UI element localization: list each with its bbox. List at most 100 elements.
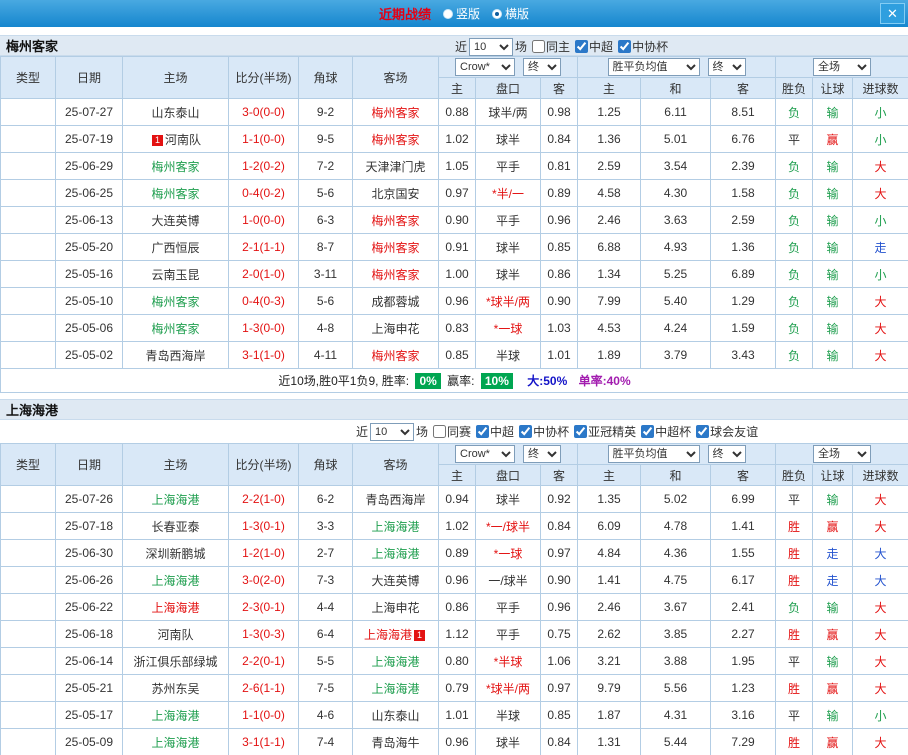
team-link[interactable]: 上海海港 (371, 547, 419, 561)
team-link[interactable]: 梅州客家 (371, 241, 419, 255)
team-link[interactable]: 云南玉昆 (151, 268, 199, 282)
avg-type-select[interactable]: 胜平负均值 (607, 58, 700, 76)
team-link[interactable]: 上海海港 (151, 493, 199, 507)
layout-radio-竖版[interactable]: 竖版 (442, 5, 480, 22)
team-link[interactable]: 梅州客家 (151, 322, 199, 336)
odds-final-select[interactable]: 终 (523, 58, 561, 76)
checkbox-input[interactable] (574, 425, 588, 438)
col-corner: 角球 (298, 56, 353, 99)
home-team-cell: 上海海港 (122, 566, 229, 594)
corner-cell: 7-3 (298, 566, 353, 594)
team-link[interactable]: 梅州客家 (371, 133, 419, 147)
checkbox-input[interactable] (532, 40, 546, 53)
filter-checkbox-中超杯[interactable]: 中超杯 (638, 423, 691, 440)
match-row: 中协杯 25-05-21 苏州东吴 2-6(1-1) 7-5 上海海港 0.79 *球半/两 0… (0, 674, 908, 702)
league-cell: 中超 (0, 647, 56, 675)
avg-final-select[interactable]: 终 (707, 445, 746, 463)
team-link[interactable]: 青岛海牛 (371, 736, 419, 750)
checkbox-input[interactable] (476, 425, 490, 438)
team-link[interactable]: 河南队 (165, 133, 201, 147)
away-odds-cell: 0.90 (539, 566, 579, 594)
team-link[interactable]: 河南队 (157, 628, 193, 642)
checkbox-input[interactable] (519, 425, 533, 438)
team-link[interactable]: 浙江俱乐部绿城 (133, 655, 217, 669)
team-link[interactable]: 梅州客家 (371, 349, 419, 363)
checkbox-input[interactable] (696, 425, 710, 438)
team-link[interactable]: 天津津门虎 (365, 160, 425, 174)
score-cell: 2-0(1-0) (228, 260, 299, 288)
team-link[interactable]: 上海申花 (371, 601, 419, 615)
filter-checkbox-中协杯[interactable]: 中协杯 (615, 38, 668, 55)
league-cell: 中超 (0, 287, 56, 315)
team-link[interactable]: 上海海港 (364, 628, 412, 642)
team-link[interactable]: 梅州客家 (371, 268, 419, 282)
filter-checkbox-中超[interactable]: 中超 (473, 423, 514, 440)
team-link[interactable]: 上海海港 (151, 709, 199, 723)
corner-cell: 6-2 (298, 485, 353, 513)
corner-cell: 4-11 (298, 341, 353, 369)
avg-home-cell: 1.25 (577, 98, 642, 126)
checkbox-input[interactable] (618, 40, 632, 53)
home-team-cell: 上海海港 (122, 701, 229, 729)
team-link[interactable]: 上海海港 (371, 655, 419, 669)
scope-select[interactable]: 全场 (813, 58, 872, 76)
odds-company-select[interactable]: Crow* (455, 445, 515, 463)
filter-checkbox-同主[interactable]: 同主 (529, 38, 570, 55)
avg-type-select[interactable]: 胜平负均值 (607, 445, 700, 463)
filter-checkbox-球会友谊[interactable]: 球会友谊 (693, 423, 758, 440)
result-cell: 胜 (775, 620, 814, 648)
team-link[interactable]: 上海海港 (371, 520, 419, 534)
odds-company-select[interactable]: Crow* (455, 58, 515, 76)
league-cell: 中超 (0, 260, 56, 288)
team-link[interactable]: 上海海港 (371, 682, 419, 696)
match-count-select[interactable]: 10 (469, 37, 514, 56)
close-button[interactable]: ✕ (880, 3, 905, 24)
avg-draw-cell: 5.40 (640, 287, 712, 315)
filter-checkbox-中超[interactable]: 中超 (572, 38, 613, 55)
team-link[interactable]: 上海海港 (151, 574, 199, 588)
team-link[interactable]: 梅州客家 (151, 187, 199, 201)
avg-final-select[interactable]: 终 (707, 58, 746, 76)
result-cell: 负 (775, 98, 814, 126)
team-link[interactable]: 梅州客家 (151, 160, 199, 174)
team-link[interactable]: 梅州客家 (371, 106, 419, 120)
away-team-cell: 上海申花 (352, 593, 439, 621)
away-team-cell: 上海海港 (352, 512, 439, 540)
odds-final-select[interactable]: 终 (523, 445, 561, 463)
score-cell: 1-2(1-0) (228, 539, 299, 567)
score-cell: 1-3(0-3) (228, 620, 299, 648)
team-link[interactable]: 苏州东吴 (151, 682, 199, 696)
team-link[interactable]: 梅州客家 (151, 295, 199, 309)
team-link[interactable]: 上海申花 (371, 322, 419, 336)
checkbox-label: 中超 (490, 425, 515, 439)
team-link[interactable]: 广西恒辰 (151, 241, 199, 255)
corner-cell: 6-4 (298, 620, 353, 648)
team-link[interactable]: 山东泰山 (151, 106, 199, 120)
team-link[interactable]: 北京国安 (371, 187, 419, 201)
checkbox-input[interactable] (641, 425, 655, 438)
team-link[interactable]: 大连英博 (371, 574, 419, 588)
team-link[interactable]: 成都蓉城 (371, 295, 419, 309)
avg-draw-cell: 3.54 (640, 152, 712, 180)
match-count-select[interactable]: 10 (370, 422, 415, 441)
team-link[interactable]: 山东泰山 (371, 709, 419, 723)
checkbox-input[interactable] (575, 40, 589, 53)
checkbox-label: 中协杯 (533, 425, 570, 439)
team-link[interactable]: 上海海港 (151, 601, 199, 615)
team-link[interactable]: 上海海港 (151, 736, 199, 750)
team-link[interactable]: 大连英博 (151, 214, 199, 228)
filter-checkbox-同赛[interactable]: 同赛 (430, 423, 471, 440)
corner-cell: 3-11 (298, 260, 353, 288)
team-link[interactable]: 长春亚泰 (151, 520, 199, 534)
team-link[interactable]: 青岛西海岸 (365, 493, 425, 507)
team-link[interactable]: 青岛西海岸 (145, 349, 205, 363)
checkbox-input[interactable] (433, 425, 447, 438)
scope-select[interactable]: 全场 (813, 445, 872, 463)
date-cell: 25-06-13 (55, 206, 123, 234)
filter-checkbox-亚冠精英[interactable]: 亚冠精英 (571, 423, 636, 440)
team-link[interactable]: 梅州客家 (371, 214, 419, 228)
filter-checkbox-中协杯[interactable]: 中协杯 (516, 423, 569, 440)
layout-radio-横版[interactable]: 横版 (492, 5, 529, 22)
team-link[interactable]: 深圳新鹏城 (145, 547, 205, 561)
result-cell: 负 (775, 287, 814, 315)
